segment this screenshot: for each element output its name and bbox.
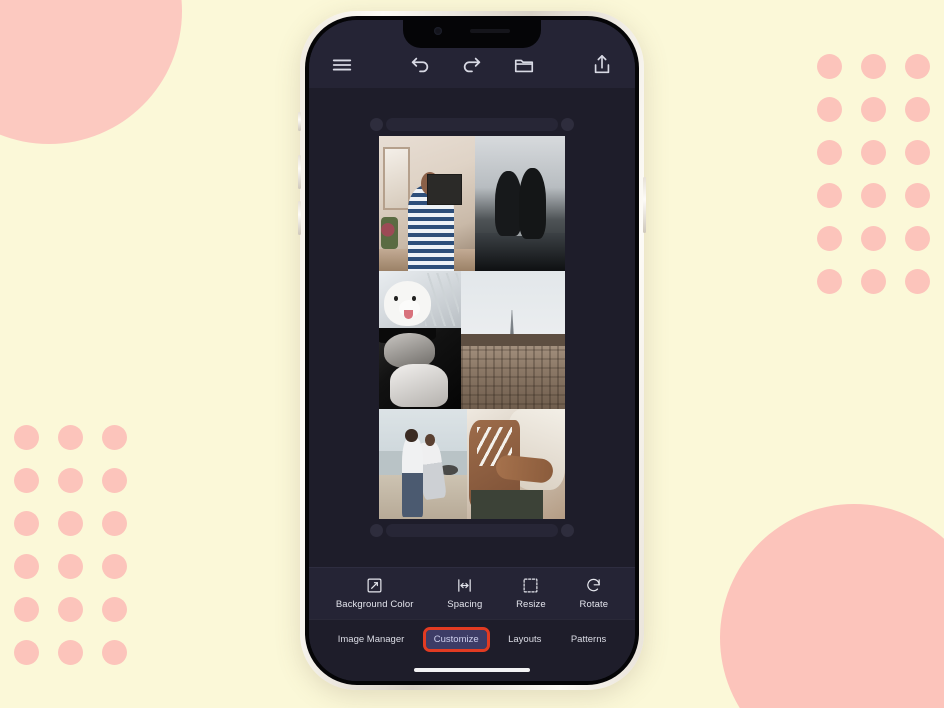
dot bbox=[861, 269, 886, 294]
tab-customize[interactable]: Customize bbox=[422, 627, 490, 652]
photo-bw-couple-water[interactable] bbox=[475, 136, 565, 271]
dot bbox=[861, 183, 886, 208]
collage-row bbox=[379, 409, 565, 519]
rotate-icon bbox=[585, 577, 602, 594]
dot bbox=[817, 54, 842, 79]
dot bbox=[58, 511, 83, 536]
resize-handle-bottom-right[interactable] bbox=[561, 524, 574, 537]
resize-label: Resize bbox=[516, 599, 546, 610]
collage-row bbox=[379, 136, 565, 271]
dot bbox=[905, 183, 930, 208]
resize-tool[interactable]: Resize bbox=[516, 577, 546, 610]
dot-grid-top-right bbox=[817, 54, 944, 312]
phone-bezel: Background Color Spacing Resize Rotate I… bbox=[305, 16, 639, 685]
photo-white-dog[interactable] bbox=[379, 271, 461, 328]
dot bbox=[14, 640, 39, 665]
spacing-icon bbox=[456, 577, 473, 594]
dot bbox=[14, 597, 39, 622]
front-camera-icon bbox=[434, 27, 442, 35]
notch bbox=[403, 20, 541, 48]
share-icon[interactable] bbox=[591, 54, 613, 76]
folder-icon[interactable] bbox=[513, 54, 535, 76]
background-color-label: Background Color bbox=[335, 599, 414, 610]
dot bbox=[102, 640, 127, 665]
silent-switch-button[interactable] bbox=[298, 112, 301, 131]
dot bbox=[905, 54, 930, 79]
dot bbox=[102, 554, 127, 579]
resize-handle-top-left[interactable] bbox=[370, 118, 383, 131]
dot bbox=[58, 468, 83, 493]
pink-circle-bottom-right bbox=[720, 504, 944, 708]
dot bbox=[905, 226, 930, 251]
tab-patterns[interactable]: Patterns bbox=[563, 630, 614, 649]
tab-image-manager[interactable]: Image Manager bbox=[330, 630, 413, 649]
dot bbox=[102, 511, 127, 536]
dot bbox=[905, 269, 930, 294]
collage-selection-frame[interactable] bbox=[370, 118, 574, 537]
redo-icon[interactable] bbox=[461, 54, 483, 76]
photo-paris-skyline[interactable] bbox=[461, 271, 565, 409]
dot bbox=[58, 640, 83, 665]
selection-handles-bottom[interactable] bbox=[370, 524, 574, 537]
dot bbox=[14, 468, 39, 493]
photo-bw-parent-baby[interactable] bbox=[379, 328, 461, 409]
home-indicator[interactable] bbox=[414, 668, 530, 672]
photo-beach-couple[interactable] bbox=[379, 409, 467, 519]
resize-handle-top-right[interactable] bbox=[561, 118, 574, 131]
dot bbox=[14, 425, 39, 450]
customize-tool-row: Background Color Spacing Resize Rotate bbox=[309, 567, 635, 619]
dot bbox=[861, 54, 886, 79]
dot bbox=[102, 597, 127, 622]
photo-carry-couple[interactable] bbox=[467, 409, 565, 519]
photo-collage[interactable] bbox=[379, 136, 565, 519]
dot bbox=[817, 183, 842, 208]
dot-grid-bottom-left bbox=[14, 425, 146, 683]
resize-icon bbox=[522, 577, 539, 594]
dot bbox=[14, 511, 39, 536]
dot bbox=[817, 97, 842, 122]
dot bbox=[817, 226, 842, 251]
resize-handle-bottom-left[interactable] bbox=[370, 524, 383, 537]
resize-handle-top[interactable] bbox=[386, 118, 558, 131]
spacing-tool[interactable]: Spacing bbox=[447, 577, 482, 610]
spacing-label: Spacing bbox=[447, 599, 483, 610]
collage-canvas[interactable] bbox=[309, 88, 635, 567]
selection-handles-top[interactable] bbox=[370, 118, 574, 131]
photo-cafe-man[interactable] bbox=[379, 136, 475, 271]
dot bbox=[14, 554, 39, 579]
rotate-label: Rotate bbox=[579, 599, 609, 610]
dot bbox=[861, 226, 886, 251]
undo-icon[interactable] bbox=[409, 54, 431, 76]
dot bbox=[905, 97, 930, 122]
tab-layouts[interactable]: Layouts bbox=[500, 630, 549, 649]
rotate-tool[interactable]: Rotate bbox=[580, 577, 609, 610]
resize-handle-bottom[interactable] bbox=[386, 524, 558, 537]
background-color-tool[interactable]: Background Color bbox=[336, 577, 414, 610]
dot bbox=[58, 425, 83, 450]
earpiece-speaker bbox=[470, 29, 510, 33]
phone-mockup: Background Color Spacing Resize Rotate I… bbox=[298, 11, 646, 690]
dot bbox=[861, 97, 886, 122]
section-tab-bar: Image Manager Customize Layouts Patterns bbox=[309, 619, 635, 659]
collage-row bbox=[379, 271, 565, 409]
dot bbox=[905, 140, 930, 165]
dot bbox=[58, 597, 83, 622]
volume-up-button[interactable] bbox=[298, 155, 301, 189]
dot bbox=[102, 468, 127, 493]
dot bbox=[817, 269, 842, 294]
dot bbox=[861, 140, 886, 165]
volume-down-button[interactable] bbox=[298, 201, 301, 235]
dot bbox=[102, 425, 127, 450]
dot bbox=[817, 140, 842, 165]
pink-circle-top-left bbox=[0, 0, 182, 144]
phone-screen: Background Color Spacing Resize Rotate I… bbox=[309, 20, 635, 681]
home-indicator-area bbox=[309, 659, 635, 681]
hamburger-menu-icon[interactable] bbox=[331, 54, 353, 76]
power-button[interactable] bbox=[643, 177, 646, 233]
dot bbox=[58, 554, 83, 579]
background-color-icon bbox=[366, 577, 383, 594]
